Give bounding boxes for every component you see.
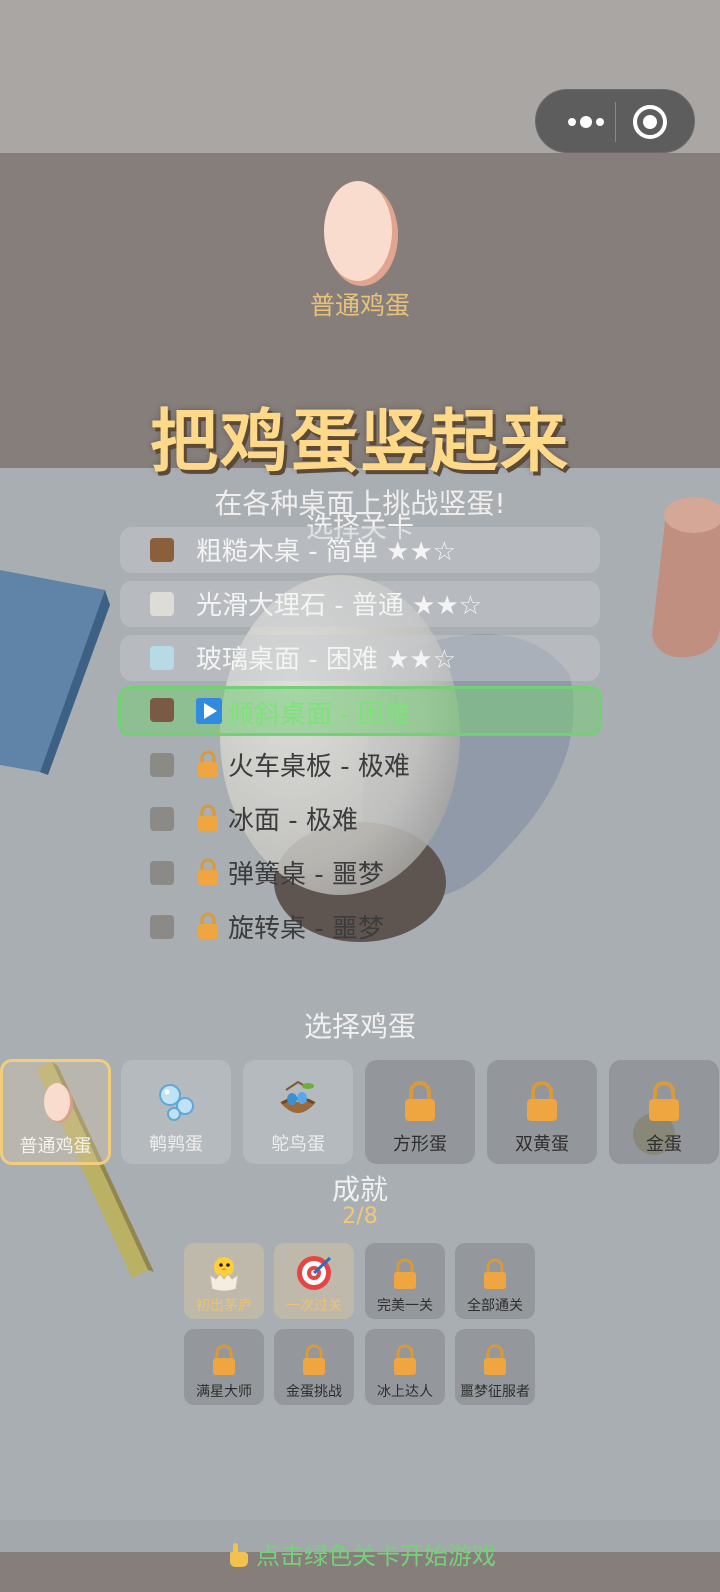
- lock-icon: [198, 912, 218, 939]
- level-color-swatch: [150, 807, 174, 831]
- egg-label: 方形蛋: [393, 1134, 447, 1155]
- achievement-label: 冰上达人: [377, 1384, 433, 1400]
- lock-icon: [405, 1081, 435, 1121]
- achievement-label: 一次过关: [286, 1298, 342, 1314]
- play-icon: [196, 698, 222, 724]
- achievements-heading: 成就: [331, 1173, 388, 1206]
- pointing-hand-icon: [230, 1543, 248, 1567]
- achievement-label: 噩梦征服者: [460, 1384, 530, 1400]
- achievement-label: 完美一关: [377, 1298, 433, 1314]
- lock-icon: [213, 1344, 235, 1375]
- current-egg-name: 普通鸡蛋: [309, 291, 410, 320]
- egg-card-double-yolk: 双黄蛋: [487, 1060, 597, 1164]
- achievement-first-steps: 初出茅庐: [184, 1243, 264, 1319]
- game-title: 把鸡蛋竖起来: [149, 403, 570, 482]
- level-label: 玻璃桌面 - 困难 ★★☆: [196, 645, 457, 675]
- target-close-icon[interactable]: [628, 100, 672, 144]
- egg-label: 鹌鹑蛋: [149, 1134, 203, 1155]
- egg-card-normal[interactable]: 普通鸡蛋: [0, 1059, 111, 1165]
- game-screen: 普通鸡蛋 把鸡蛋竖起来 在各种桌面上挑战竖蛋! 选择关卡 粗糙木桌 - 简单 ★…: [0, 0, 720, 1592]
- egg-label: 金蛋: [646, 1134, 682, 1155]
- egg-label: 双黄蛋: [515, 1134, 569, 1155]
- nest-icon: [280, 1080, 316, 1113]
- level-color-swatch: [150, 861, 174, 885]
- bullseye-icon: [297, 1256, 332, 1290]
- level-color-swatch: [150, 538, 174, 562]
- achievements-count: 2/8: [342, 1204, 378, 1229]
- lock-icon: [198, 804, 218, 831]
- level-color-swatch: [150, 753, 174, 777]
- level-color-swatch: [150, 915, 174, 939]
- level-label: 粗糙木桌 - 简单 ★★☆: [196, 537, 457, 567]
- level-label: 倾斜桌面 - 困难: [228, 700, 410, 730]
- achievement-label: 全部通关: [467, 1298, 523, 1314]
- achievement-nightmare: 噩梦征服者: [455, 1329, 535, 1405]
- level-row-tilted-current[interactable]: 倾斜桌面 - 困难: [118, 686, 602, 736]
- level-label: 光滑大理石 - 普通 ★★☆: [196, 591, 483, 621]
- level-color-swatch: [150, 698, 174, 722]
- achievement-full-stars: 满星大师: [184, 1329, 264, 1405]
- achievement-label: 满星大师: [196, 1384, 252, 1400]
- level-label: 旋转桌 - 噩梦: [228, 914, 384, 944]
- achievement-label: 初出茅庐: [196, 1298, 252, 1314]
- achievement-perfect: 完美一关: [365, 1243, 445, 1319]
- lock-icon: [394, 1344, 416, 1375]
- level-row-marble[interactable]: 光滑大理石 - 普通 ★★☆: [120, 581, 600, 627]
- egg-select-heading: 选择鸡蛋: [303, 1010, 416, 1043]
- lock-icon: [198, 750, 218, 777]
- current-egg-icon: [324, 181, 398, 286]
- mini-program-capsule: [535, 89, 695, 153]
- level-label: 弹簧桌 - 噩梦: [228, 860, 384, 890]
- lock-icon: [394, 1258, 416, 1289]
- level-row-glass[interactable]: 玻璃桌面 - 困难 ★★☆: [120, 635, 600, 681]
- lock-icon: [198, 858, 218, 885]
- level-row-spring: 弹簧桌 - 噩梦: [120, 850, 600, 896]
- egg-label: 普通鸡蛋: [19, 1136, 92, 1157]
- egg-icon: [44, 1083, 73, 1123]
- level-color-swatch: [150, 592, 174, 616]
- level-row-rotating: 旋转桌 - 噩梦: [120, 904, 600, 950]
- achievement-golden-egg: 金蛋挑战: [274, 1329, 354, 1405]
- start-hint: 点击绿色关卡开始游戏: [0, 1536, 720, 1571]
- egg-card-square: 方形蛋: [365, 1060, 475, 1164]
- egg-card-ostrich[interactable]: 鸵鸟蛋: [243, 1060, 353, 1164]
- level-label: 火车桌板 - 极难: [228, 752, 410, 782]
- level-row-rough-wood[interactable]: 粗糙木桌 - 简单 ★★☆: [120, 527, 600, 573]
- start-hint-text: 点击绿色关卡开始游戏: [256, 1542, 496, 1570]
- lock-icon: [649, 1081, 679, 1121]
- more-dots-icon[interactable]: [558, 102, 614, 142]
- level-row-ice: 冰面 - 极难: [120, 796, 600, 842]
- achievement-label: 金蛋挑战: [286, 1384, 342, 1400]
- lock-icon: [527, 1081, 557, 1121]
- level-color-swatch: [150, 646, 174, 670]
- level-label: 冰面 - 极难: [228, 806, 358, 836]
- achievement-all-clear: 全部通关: [455, 1243, 535, 1319]
- egg-card-golden: 金蛋: [609, 1060, 719, 1164]
- lock-icon: [484, 1344, 506, 1375]
- egg-label: 鸵鸟蛋: [271, 1134, 325, 1155]
- bubbles-icon: [159, 1084, 194, 1121]
- lock-icon: [303, 1344, 325, 1375]
- blue-block-decor: [0, 570, 110, 775]
- achievement-one-try: 一次过关: [274, 1243, 354, 1319]
- lock-icon: [484, 1258, 506, 1289]
- achievement-ice-master: 冰上达人: [365, 1329, 445, 1405]
- egg-card-quail[interactable]: 鹌鹑蛋: [121, 1060, 231, 1164]
- level-row-train: 火车桌板 - 极难: [120, 742, 600, 788]
- hatching-chick-icon: [209, 1257, 239, 1292]
- capsule-divider: [615, 102, 616, 142]
